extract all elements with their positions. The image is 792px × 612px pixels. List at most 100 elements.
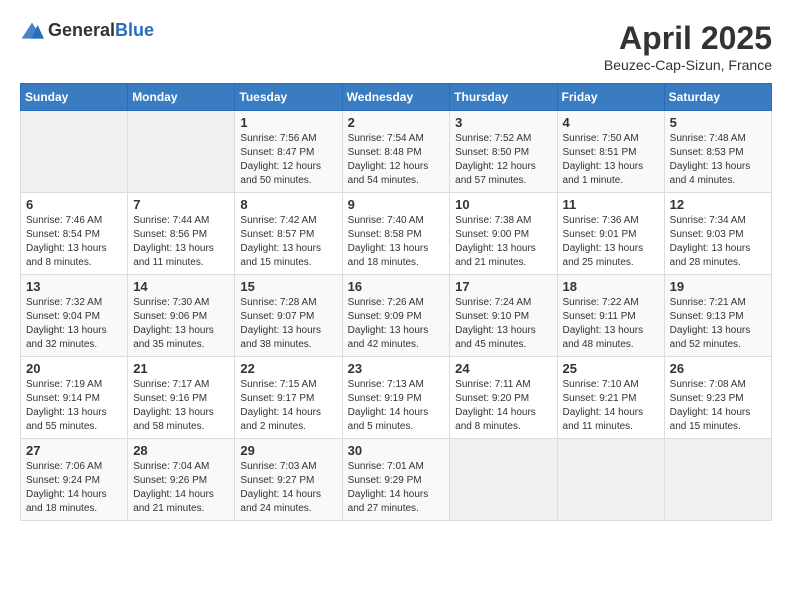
day-info: Sunrise: 7:38 AM Sunset: 9:00 PM Dayligh… [455,214,551,270]
day-number: 20 [26,361,122,376]
day-number: 16 [348,279,445,294]
day-number: 5 [670,115,766,130]
day-number: 17 [455,279,551,294]
day-number: 22 [240,361,336,376]
day-info: Sunrise: 7:50 AM Sunset: 8:51 PM Dayligh… [563,132,659,188]
day-number: 18 [563,279,659,294]
calendar-week-row: 20 Sunrise: 7:19 AM Sunset: 9:14 PM Dayli… [21,357,772,439]
logo-text-blue: Blue [115,20,154,40]
calendar-cell: 18 Sunrise: 7:22 AM Sunset: 9:11 PM Dayli… [557,275,664,357]
day-number: 28 [133,443,229,458]
day-number: 27 [26,443,122,458]
calendar-cell: 12Sunrise: 7:34 AM Sunset: 9:03 PM Dayli… [664,193,771,275]
weekday-header-cell: Friday [557,84,664,111]
weekday-header-cell: Saturday [664,84,771,111]
calendar-week-row: 6 Sunrise: 7:46 AM Sunset: 8:54 PM Daylig… [21,193,772,275]
calendar-cell [21,111,128,193]
day-info: Sunrise: 7:06 AM Sunset: 9:24 PM Dayligh… [26,460,122,516]
calendar-cell: 15Sunrise: 7:28 AM Sunset: 9:07 PM Dayli… [235,275,342,357]
calendar-cell: 11 Sunrise: 7:36 AM Sunset: 9:01 PM Dayli… [557,193,664,275]
day-number: 19 [670,279,766,294]
calendar-cell: 23 Sunrise: 7:13 AM Sunset: 9:19 PM Dayli… [342,357,450,439]
day-info: Sunrise: 7:21 AM Sunset: 9:13 PM Dayligh… [670,296,766,352]
day-number: 25 [563,361,659,376]
day-number: 8 [240,197,336,212]
day-number: 14 [133,279,229,294]
day-number: 11 [563,197,659,212]
day-info: Sunrise: 7:24 AM Sunset: 9:10 PM Dayligh… [455,296,551,352]
day-info: Sunrise: 7:01 AM Sunset: 9:29 PM Dayligh… [348,460,445,516]
calendar-cell: 1 Sunrise: 7:56 AM Sunset: 8:47 PM Daylig… [235,111,342,193]
calendar-cell: 8 Sunrise: 7:42 AM Sunset: 8:57 PM Daylig… [235,193,342,275]
calendar-cell: 29 Sunrise: 7:03 AM Sunset: 9:27 PM Dayli… [235,439,342,521]
day-info: Sunrise: 7:15 AM Sunset: 9:17 PM Dayligh… [240,378,336,434]
day-number: 24 [455,361,551,376]
month-title: April 2025 [604,20,772,57]
day-info: Sunrise: 7:52 AM Sunset: 8:50 PM Dayligh… [455,132,551,188]
day-number: 13 [26,279,122,294]
day-info: Sunrise: 7:54 AM Sunset: 8:48 PM Dayligh… [348,132,445,188]
day-info: Sunrise: 7:48 AM Sunset: 8:53 PM Dayligh… [670,132,766,188]
day-number: 30 [348,443,445,458]
page-header: GeneralBlue April 2025 Beuzec-Cap-Sizun,… [20,20,772,73]
day-info: Sunrise: 7:40 AM Sunset: 8:58 PM Dayligh… [348,214,445,270]
day-info: Sunrise: 7:11 AM Sunset: 9:20 PM Dayligh… [455,378,551,434]
weekday-header-cell: Tuesday [235,84,342,111]
calendar-cell [128,111,235,193]
logo-text-general: General [48,20,115,40]
day-info: Sunrise: 7:13 AM Sunset: 9:19 PM Dayligh… [348,378,445,434]
day-info: Sunrise: 7:30 AM Sunset: 9:06 PM Dayligh… [133,296,229,352]
calendar-cell [450,439,557,521]
calendar-cell: 16 Sunrise: 7:26 AM Sunset: 9:09 PM Dayli… [342,275,450,357]
calendar-cell: 10 Sunrise: 7:38 AM Sunset: 9:00 PM Dayli… [450,193,557,275]
day-info: Sunrise: 7:46 AM Sunset: 8:54 PM Dayligh… [26,214,122,270]
calendar-cell: 17 Sunrise: 7:24 AM Sunset: 9:10 PM Dayli… [450,275,557,357]
day-number: 2 [348,115,445,130]
day-info: Sunrise: 7:10 AM Sunset: 9:21 PM Dayligh… [563,378,659,434]
calendar-cell: 13 Sunrise: 7:32 AM Sunset: 9:04 PM Dayli… [21,275,128,357]
day-info: Sunrise: 7:17 AM Sunset: 9:16 PM Dayligh… [133,378,229,434]
calendar-body: 1 Sunrise: 7:56 AM Sunset: 8:47 PM Daylig… [21,111,772,521]
logo: GeneralBlue [20,20,154,41]
day-info: Sunrise: 7:19 AM Sunset: 9:14 PM Dayligh… [26,378,122,434]
calendar-cell: 25 Sunrise: 7:10 AM Sunset: 9:21 PM Dayli… [557,357,664,439]
title-section: April 2025 Beuzec-Cap-Sizun, France [604,20,772,73]
calendar-cell: 4Sunrise: 7:50 AM Sunset: 8:51 PM Daylig… [557,111,664,193]
day-info: Sunrise: 7:44 AM Sunset: 8:56 PM Dayligh… [133,214,229,270]
logo-icon [20,21,44,41]
day-number: 15 [240,279,336,294]
day-number: 12 [670,197,766,212]
calendar-cell [664,439,771,521]
day-info: Sunrise: 7:03 AM Sunset: 9:27 PM Dayligh… [240,460,336,516]
calendar-cell: 9 Sunrise: 7:40 AM Sunset: 8:58 PM Daylig… [342,193,450,275]
calendar-cell: 30 Sunrise: 7:01 AM Sunset: 9:29 PM Dayli… [342,439,450,521]
calendar-cell: 6 Sunrise: 7:46 AM Sunset: 8:54 PM Daylig… [21,193,128,275]
day-number: 21 [133,361,229,376]
day-info: Sunrise: 7:26 AM Sunset: 9:09 PM Dayligh… [348,296,445,352]
day-info: Sunrise: 7:22 AM Sunset: 9:11 PM Dayligh… [563,296,659,352]
weekday-header-cell: Sunday [21,84,128,111]
day-info: Sunrise: 7:32 AM Sunset: 9:04 PM Dayligh… [26,296,122,352]
day-number: 9 [348,197,445,212]
day-number: 23 [348,361,445,376]
day-number: 3 [455,115,551,130]
day-info: Sunrise: 7:56 AM Sunset: 8:47 PM Dayligh… [240,132,336,188]
calendar-week-row: 27 Sunrise: 7:06 AM Sunset: 9:24 PM Dayli… [21,439,772,521]
calendar-cell: 19 Sunrise: 7:21 AM Sunset: 9:13 PM Dayli… [664,275,771,357]
day-info: Sunrise: 7:42 AM Sunset: 8:57 PM Dayligh… [240,214,336,270]
day-number: 29 [240,443,336,458]
calendar-cell: 2 Sunrise: 7:54 AM Sunset: 8:48 PM Daylig… [342,111,450,193]
day-number: 6 [26,197,122,212]
day-number: 26 [670,361,766,376]
calendar-week-row: 13 Sunrise: 7:32 AM Sunset: 9:04 PM Dayli… [21,275,772,357]
calendar-cell: 5 Sunrise: 7:48 AM Sunset: 8:53 PM Daylig… [664,111,771,193]
weekday-header-cell: Wednesday [342,84,450,111]
day-number: 10 [455,197,551,212]
calendar-table: SundayMondayTuesdayWednesdayThursdayFrid… [20,83,772,521]
day-number: 1 [240,115,336,130]
weekday-header-row: SundayMondayTuesdayWednesdayThursdayFrid… [21,84,772,111]
location-title: Beuzec-Cap-Sizun, France [604,57,772,73]
day-info: Sunrise: 7:36 AM Sunset: 9:01 PM Dayligh… [563,214,659,270]
weekday-header-cell: Monday [128,84,235,111]
calendar-cell: 3 Sunrise: 7:52 AM Sunset: 8:50 PM Daylig… [450,111,557,193]
